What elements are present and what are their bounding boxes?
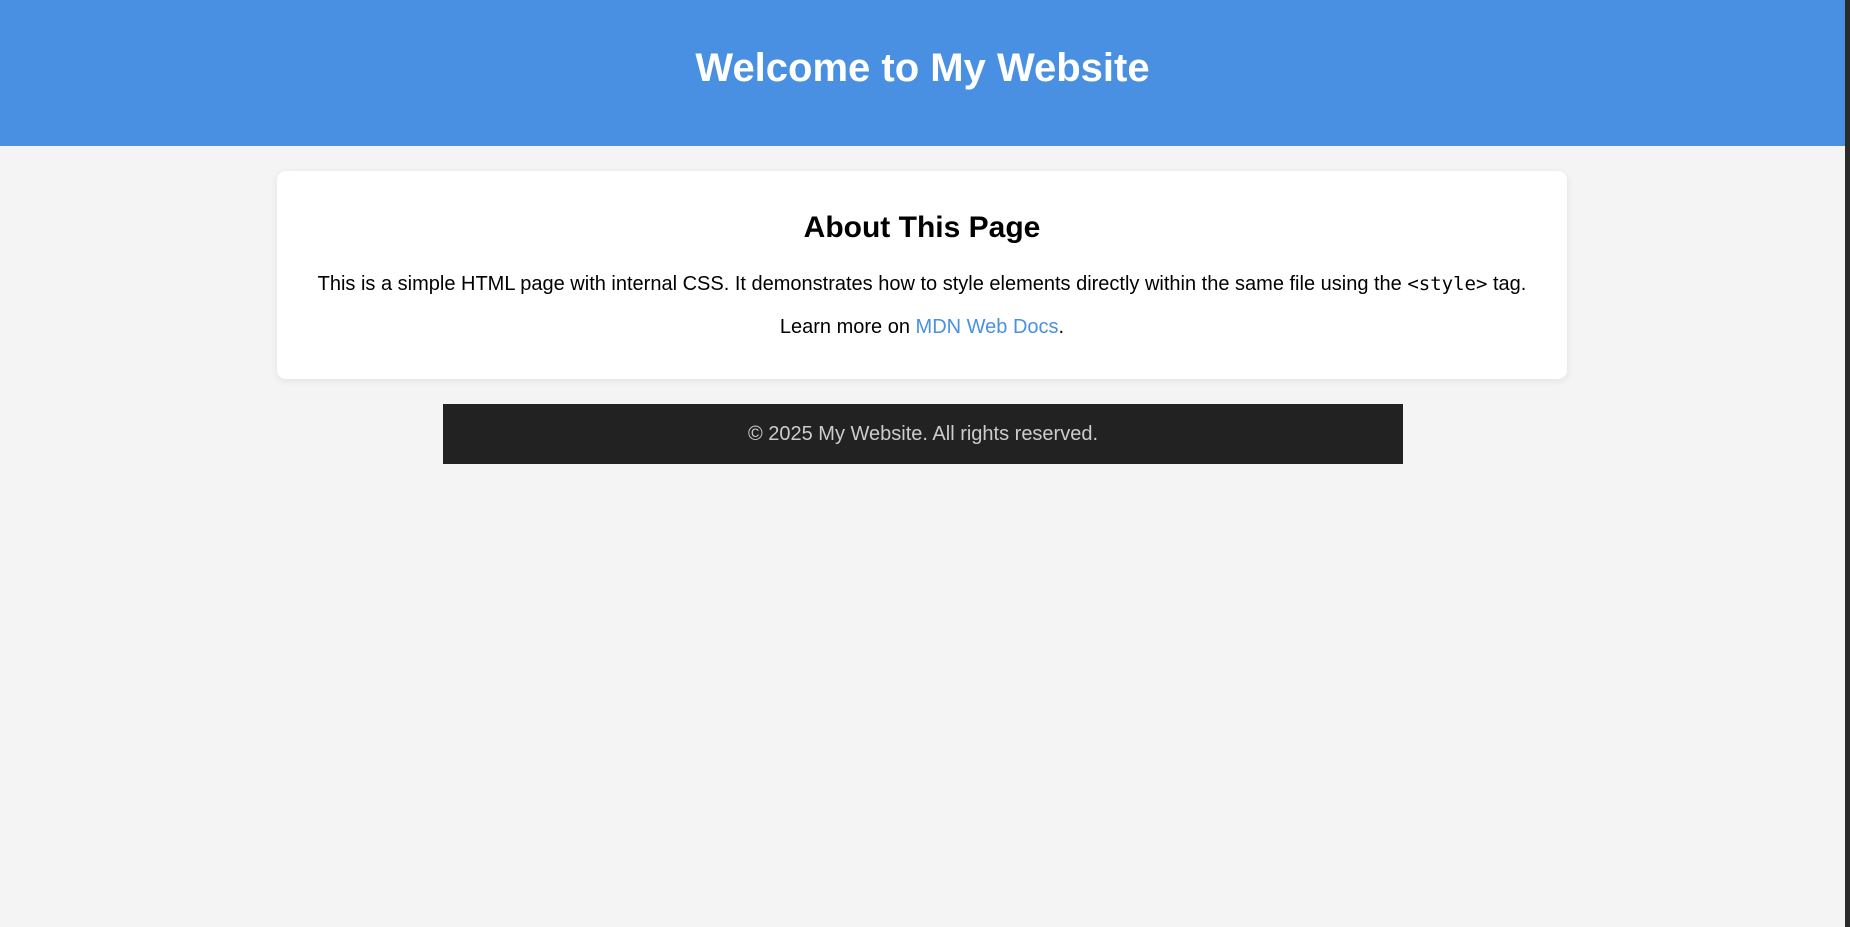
page: Welcome to My Website About This Page Th…	[0, 0, 1845, 927]
intro-paragraph: This is a simple HTML page with internal…	[277, 273, 1567, 296]
page-title: Welcome to My Website	[695, 45, 1150, 90]
intro-text: This is a simple HTML page with internal…	[317, 273, 1408, 295]
site-footer: © 2025 My Website. All rights reserved.	[443, 404, 1403, 464]
site-header: Welcome to My Website	[0, 0, 1845, 146]
mdn-web-docs-link[interactable]: MDN Web Docs	[916, 316, 1059, 338]
section-heading: About This Page	[803, 211, 1041, 244]
footer-text: © 2025 My Website. All rights reserved.	[747, 422, 1099, 445]
learn-more-suffix: .	[1058, 316, 1065, 338]
learn-more-paragraph: Learn more on MDN Web Docs.	[277, 316, 1567, 339]
learn-more-prefix: Learn more on	[779, 316, 916, 338]
content-card: About This Page This is a simple HTML pa…	[277, 171, 1567, 379]
intro-text-end: tag.	[1487, 273, 1527, 295]
code-snippet: <style>	[1407, 273, 1488, 295]
window-edge	[1845, 0, 1850, 927]
